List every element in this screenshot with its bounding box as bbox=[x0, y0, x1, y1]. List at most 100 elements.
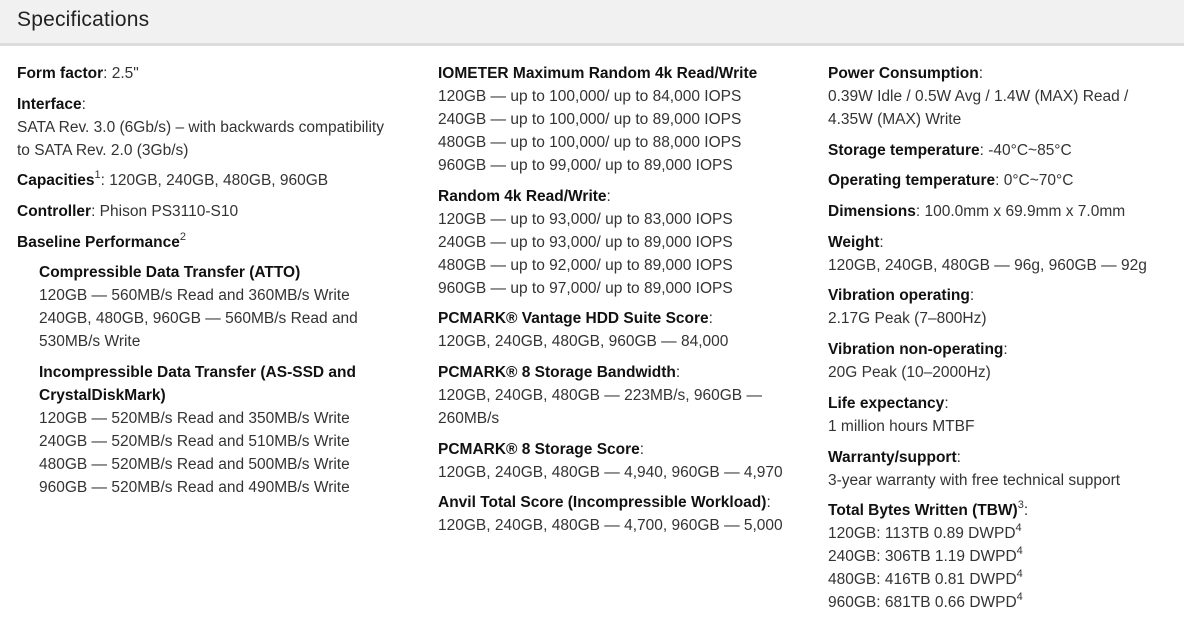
spec-pcmark-storage-score: PCMARK® 8 Storage Score: 120GB, 240GB, 4… bbox=[438, 438, 788, 484]
footnote-marker: 4 bbox=[1016, 545, 1023, 558]
spec-line: 120GB — up to 93,000/ up to 83,000 IOPS bbox=[438, 210, 733, 228]
spec-separator: : bbox=[606, 187, 611, 205]
spec-label: Total Bytes Written (TBW) bbox=[828, 502, 1018, 520]
spec-value: 120GB, 240GB, 480GB — 96g, 960GB — 92g bbox=[828, 256, 1147, 274]
spec-label: Vibration non-operating bbox=[828, 341, 1004, 359]
spec-storage-temperature: Storage temperature: -40°C~85°C bbox=[828, 139, 1173, 162]
spec-separator: : bbox=[675, 364, 681, 382]
spec-value: 20G Peak (10–2000Hz) bbox=[828, 364, 991, 382]
spec-value: : 2.5" bbox=[103, 65, 139, 82]
spec-form-factor: Form factor: 2.5" bbox=[17, 62, 397, 85]
spec-value: 120GB, 240GB, 480GB — 4,940, 960GB — 4,9… bbox=[438, 463, 783, 481]
spec-iometer: IOMETER Maximum Random 4k Read/Write 120… bbox=[438, 62, 788, 177]
footnote-marker: 1 bbox=[94, 169, 101, 182]
spec-dimensions: Dimensions: 100.0mm x 69.9mm x 7.0mm bbox=[828, 200, 1173, 223]
spec-interface: Interface: SATA Rev. 3.0 (6Gb/s) – with … bbox=[17, 93, 397, 162]
spec-label: Interface bbox=[17, 95, 82, 113]
spec-label: Form factor bbox=[17, 65, 104, 82]
spec-line-text: 480GB: 416TB 0.81 DWPD bbox=[828, 571, 1017, 589]
spec-separator: : bbox=[944, 394, 949, 412]
spec-line: 240GB — up to 93,000/ up to 89,000 IOPS bbox=[438, 233, 733, 251]
spec-label: Weight bbox=[828, 233, 880, 251]
footnote-marker: 4 bbox=[1016, 591, 1023, 604]
spec-value: SATA Rev. 3.0 (6Gb/s) – with backwards c… bbox=[17, 118, 384, 159]
spec-weight: Weight: 120GB, 240GB, 480GB — 96g, 960GB… bbox=[828, 231, 1173, 277]
spec-label: Anvil Total Score (Incompressible Worklo… bbox=[438, 494, 767, 512]
spec-separator: : bbox=[1023, 502, 1029, 520]
spec-label: Operating temperature bbox=[828, 172, 996, 190]
page-title: Specifications bbox=[17, 8, 150, 31]
spec-label: Baseline Performance bbox=[17, 233, 180, 251]
footnote-marker: 3 bbox=[1017, 499, 1024, 512]
spec-separator: : bbox=[978, 65, 984, 82]
section-header: Specifications bbox=[0, 0, 1184, 46]
spec-value: 120GB, 240GB, 480GB — 4,700, 960GB — 5,0… bbox=[438, 517, 783, 535]
spec-line: 480GB: 416TB 0.81 DWPD4 bbox=[828, 568, 1173, 591]
spec-value: : Phison PS3110-S10 bbox=[91, 203, 239, 221]
spec-separator: : bbox=[81, 95, 86, 113]
spec-life-expectancy: Life expectancy: 1 million hours MTBF bbox=[828, 392, 1173, 438]
spec-line: 960GB — up to 97,000/ up to 89,000 IOPS bbox=[438, 279, 733, 297]
spec-line-text: 120GB: 113TB 0.89 DWPD bbox=[828, 525, 1016, 543]
spec-label: PCMARK® 8 Storage Score bbox=[438, 440, 640, 458]
spec-baseline-performance: Baseline Performance2 bbox=[17, 231, 397, 254]
spec-label: Controller bbox=[17, 203, 92, 221]
spec-line: 480GB — 520MB/s Read and 500MB/s Write bbox=[39, 456, 350, 474]
spec-label: Capacities bbox=[17, 172, 95, 190]
spec-line: 120GB — up to 100,000/ up to 84,000 IOPS bbox=[438, 88, 742, 105]
spec-warranty: Warranty/support: 3-year warranty with f… bbox=[828, 446, 1173, 492]
spec-label: Vibration operating bbox=[828, 287, 970, 305]
spec-capacities: Capacities1: 120GB, 240GB, 480GB, 960GB bbox=[17, 169, 397, 192]
spec-label: Dimensions bbox=[828, 203, 916, 221]
spec-pcmark-bandwidth: PCMARK® 8 Storage Bandwidth: 120GB, 240G… bbox=[438, 361, 788, 430]
spec-line: 240GB: 306TB 1.19 DWPD4 bbox=[828, 545, 1173, 568]
spec-separator: : bbox=[708, 310, 713, 328]
spec-value: 0.39W Idle / 0.5W Avg / 1.4W (MAX) Read … bbox=[828, 88, 1129, 128]
spec-controller: Controller: Phison PS3110-S10 bbox=[17, 200, 397, 223]
spec-value: 3-year warranty with free technical supp… bbox=[828, 471, 1121, 489]
spec-line: 480GB — up to 100,000/ up to 88,000 IOPS bbox=[438, 134, 742, 151]
spec-line-text: 240GB: 306TB 1.19 DWPD bbox=[828, 548, 1017, 566]
spec-value: 120GB, 240GB, 480GB, 960GB — 84,000 bbox=[438, 333, 729, 351]
spec-separator: : bbox=[1003, 341, 1008, 359]
spec-value: : 100.0mm x 69.9mm x 7.0mm bbox=[915, 203, 1126, 221]
spec-anvil-score: Anvil Total Score (Incompressible Worklo… bbox=[438, 491, 788, 537]
spec-vibration-non-operating: Vibration non-operating: 20G Peak (10–20… bbox=[828, 338, 1173, 384]
spec-label: Power Consumption bbox=[828, 65, 979, 82]
spec-label: PCMARK® Vantage HDD Suite Score bbox=[438, 310, 709, 328]
spec-label: Warranty/support bbox=[828, 448, 957, 466]
spec-random-4k: Random 4k Read/Write: 120GB — up to 93,0… bbox=[438, 185, 788, 300]
spec-label: Compressible Data Transfer (ATTO) bbox=[39, 264, 301, 282]
spec-label: PCMARK® 8 Storage Bandwidth bbox=[438, 364, 676, 382]
spec-line: 120GB — 520MB/s Read and 350MB/s Write bbox=[39, 410, 350, 428]
spec-separator: : bbox=[969, 287, 975, 305]
spec-value: : 0°C~70°C bbox=[995, 172, 1074, 190]
spec-label: Storage temperature bbox=[828, 141, 980, 159]
spec-value: : -40°C~85°C bbox=[979, 141, 1072, 159]
spec-label: Random 4k Read/Write bbox=[438, 187, 607, 205]
spec-label: IOMETER Maximum Random 4k Read/Write bbox=[438, 65, 758, 82]
spec-label: Life expectancy bbox=[828, 394, 945, 412]
spec-line: 120GB — 560MB/s Read and 360MB/s Write bbox=[39, 287, 350, 305]
spec-column-left: Form factor: 2.5" Interface: SATA Rev. 3… bbox=[17, 62, 397, 507]
spec-operating-temperature: Operating temperature: 0°C~70°C bbox=[828, 169, 1173, 192]
spec-column-right: Power Consumption: 0.39W Idle / 0.5W Avg… bbox=[828, 62, 1173, 622]
spec-value: 2.17G Peak (7–800Hz) bbox=[828, 310, 987, 328]
spec-total-bytes-written: Total Bytes Written (TBW)3: 120GB: 113TB… bbox=[828, 499, 1173, 614]
spec-incompressible-transfer: Incompressible Data Transfer (AS-SSD and… bbox=[17, 361, 397, 499]
spec-line: 960GB — up to 99,000/ up to 89,000 IOPS bbox=[438, 157, 733, 174]
spec-value: 1 million hours MTBF bbox=[828, 417, 975, 435]
spec-line: 120GB: 113TB 0.89 DWPD4 bbox=[828, 522, 1173, 545]
spec-separator: : bbox=[766, 494, 771, 512]
footnote-marker: 4 bbox=[1016, 568, 1023, 581]
footnote-marker: 4 bbox=[1015, 522, 1022, 535]
spec-separator: : bbox=[879, 233, 884, 251]
spec-value: 120GB, 240GB, 480GB — 223MB/s, 960GB — 2… bbox=[438, 387, 762, 428]
footnote-marker: 2 bbox=[179, 230, 186, 243]
spec-pcmark-vantage: PCMARK® Vantage HDD Suite Score: 120GB, … bbox=[438, 307, 788, 353]
spec-line: 240GB — 520MB/s Read and 510MB/s Write bbox=[39, 433, 350, 451]
spec-power-consumption: Power Consumption: 0.39W Idle / 0.5W Avg… bbox=[828, 62, 1173, 131]
spec-compressible-transfer: Compressible Data Transfer (ATTO) 120GB … bbox=[17, 261, 397, 353]
spec-line: 960GB: 681TB 0.66 DWPD4 bbox=[828, 591, 1173, 614]
spec-line: 960GB — 520MB/s Read and 490MB/s Write bbox=[39, 479, 350, 497]
